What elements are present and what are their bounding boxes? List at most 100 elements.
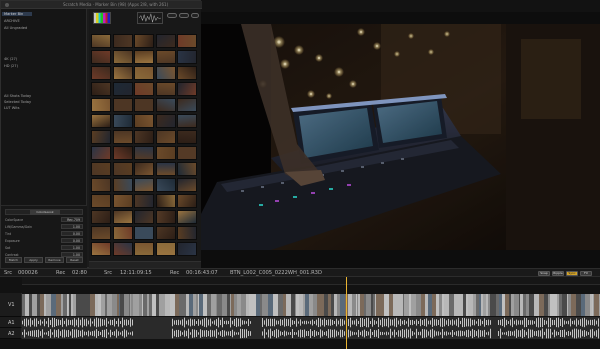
video-clip[interactable] [120, 294, 124, 316]
video-clip[interactable] [389, 294, 393, 316]
video-clip[interactable] [576, 294, 581, 316]
clip-thumbnail[interactable] [155, 130, 176, 144]
video-clip[interactable] [454, 294, 458, 316]
video-clip[interactable] [165, 294, 170, 316]
video-clip[interactable] [593, 294, 594, 316]
video-clip[interactable] [147, 294, 149, 316]
video-clip[interactable] [305, 294, 309, 316]
video-clip[interactable] [130, 294, 131, 316]
video-clip[interactable] [40, 294, 44, 316]
clip-thumbnail[interactable] [112, 82, 133, 96]
clip-thumbnail[interactable] [134, 242, 155, 256]
video-clip[interactable] [170, 294, 175, 316]
video-clip[interactable] [352, 294, 356, 316]
video-clip[interactable] [133, 294, 135, 316]
track-header-v1[interactable]: V1 [0, 293, 22, 317]
bin-item[interactable]: 4K (27) [4, 57, 17, 61]
clip-thumbnail[interactable] [177, 114, 198, 128]
clip-thumbnail[interactable] [91, 98, 111, 112]
video-clip[interactable] [217, 294, 222, 316]
video-clip[interactable] [526, 294, 529, 316]
fx-button[interactable]: FX [580, 271, 592, 276]
video-clip[interactable] [56, 294, 61, 316]
video-clip[interactable] [101, 294, 105, 316]
video-clip[interactable] [398, 294, 403, 316]
snap-button[interactable]: Snap [538, 271, 550, 276]
clip-thumbnail[interactable] [134, 162, 155, 176]
clip-thumbnail[interactable] [112, 34, 133, 48]
video-clip[interactable] [152, 294, 156, 316]
video-clip[interactable] [375, 294, 376, 316]
video-clip[interactable] [334, 294, 337, 316]
video-clip[interactable] [264, 294, 268, 316]
video-clip[interactable] [409, 294, 411, 316]
clip-thumbnail[interactable] [177, 210, 198, 224]
video-clip[interactable] [67, 294, 68, 316]
clip-thumbnail[interactable] [91, 82, 111, 96]
video-clip[interactable] [499, 294, 502, 316]
clip-thumbnail[interactable] [91, 210, 111, 224]
video-clip[interactable] [81, 294, 85, 316]
clip-thumbnail[interactable] [134, 130, 155, 144]
video-clip[interactable] [199, 294, 203, 316]
clip-thumbnail[interactable] [155, 146, 176, 160]
video-clip[interactable] [73, 294, 76, 316]
clip-thumbnail[interactable] [177, 194, 198, 208]
match-button[interactable]: Match [5, 257, 22, 263]
bin-item[interactable]: All Shots Today [4, 94, 31, 98]
video-clip[interactable] [90, 294, 95, 316]
video-clip[interactable] [476, 294, 479, 316]
video-clip[interactable] [246, 294, 249, 316]
clip-thumbnail[interactable] [91, 242, 111, 256]
color-bars-thumbnail[interactable] [93, 12, 111, 24]
video-clip[interactable] [175, 294, 179, 316]
video-clip[interactable] [68, 294, 69, 316]
video-clip[interactable] [348, 294, 352, 316]
video-clip[interactable] [189, 294, 193, 316]
video-clip[interactable] [85, 294, 90, 316]
viewer-frame-image[interactable] [201, 24, 600, 250]
clip-thumbnail[interactable] [112, 178, 133, 192]
video-clip[interactable] [449, 294, 454, 316]
clip-thumbnail[interactable] [112, 66, 133, 80]
video-clip[interactable] [481, 294, 483, 316]
video-clip[interactable] [71, 294, 73, 316]
video-clip[interactable] [179, 294, 182, 316]
video-clip[interactable] [340, 294, 345, 316]
clip-thumbnail[interactable] [177, 98, 198, 112]
bin-item[interactable]: LUT Wits [4, 106, 20, 110]
reset-button[interactable]: Reset [66, 257, 83, 263]
video-clip[interactable] [278, 294, 283, 316]
clip-thumbnail[interactable] [177, 242, 198, 256]
video-clip[interactable] [548, 294, 550, 316]
clip-thumbnail[interactable] [112, 130, 133, 144]
clip-thumbnail[interactable] [134, 146, 155, 160]
bin-item[interactable]: Selected Today [4, 100, 31, 104]
video-clip[interactable] [241, 294, 246, 316]
video-clip[interactable] [505, 294, 509, 316]
clip-thumbnail[interactable] [155, 226, 176, 240]
video-clip[interactable] [295, 294, 296, 316]
video-clip[interactable] [249, 294, 254, 316]
bin-item[interactable]: ARCHIVE [4, 19, 20, 23]
clip-thumbnail[interactable] [112, 146, 133, 160]
video-clip[interactable] [432, 294, 436, 316]
clip-thumbnail[interactable] [155, 162, 176, 176]
video-clip[interactable] [534, 294, 539, 316]
video-clip[interactable] [364, 294, 366, 316]
video-clip[interactable] [523, 294, 526, 316]
video-clip[interactable] [29, 294, 32, 316]
audio-track-a1[interactable] [22, 317, 600, 328]
video-clip[interactable] [186, 294, 189, 316]
video-clip[interactable] [22, 294, 23, 316]
video-clip[interactable] [234, 294, 237, 316]
video-clip[interactable] [143, 294, 147, 316]
clip-thumbnail[interactable] [177, 178, 198, 192]
video-clip[interactable] [290, 294, 291, 316]
video-clip[interactable] [254, 294, 256, 316]
clip-thumbnail[interactable] [177, 130, 198, 144]
clip-thumbnail[interactable] [91, 34, 111, 48]
video-clip[interactable] [483, 294, 486, 316]
clip-thumbnail[interactable] [134, 50, 155, 64]
video-clip[interactable] [37, 294, 40, 316]
